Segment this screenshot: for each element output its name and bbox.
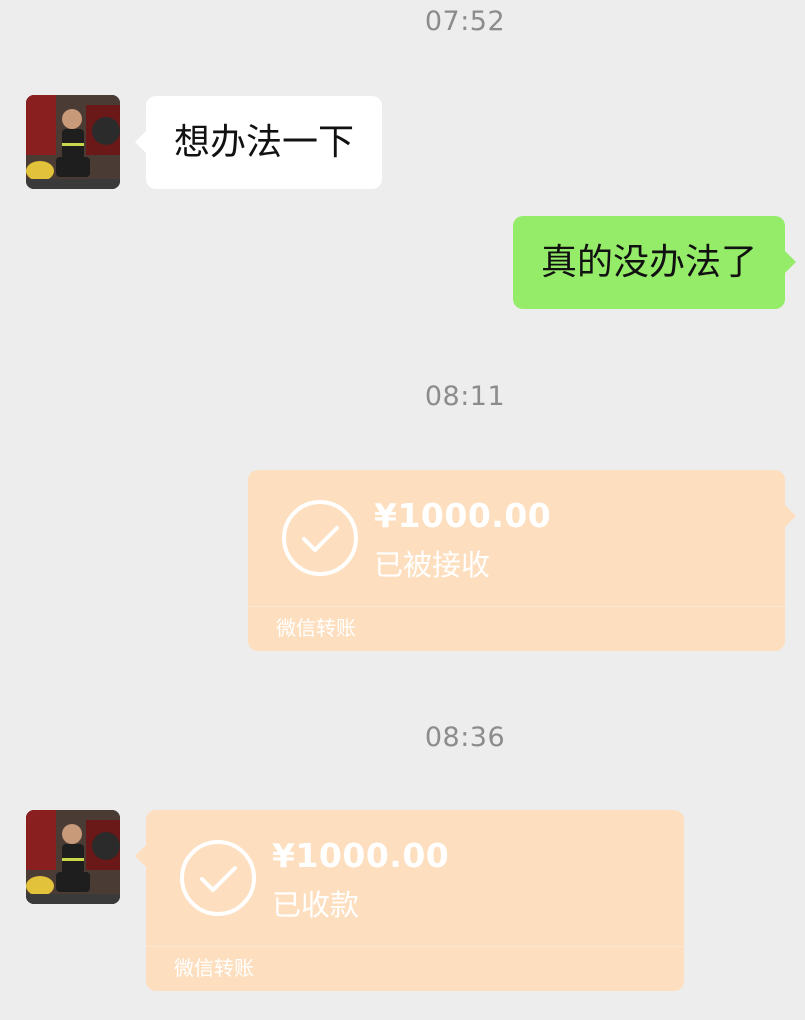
transfer-card-incoming[interactable]: ¥1000.00 已收款 微信转账 xyxy=(135,810,684,991)
transfer-amount: ¥1000.00 xyxy=(272,836,450,875)
avatar[interactable] xyxy=(26,810,120,904)
check-circle-icon xyxy=(180,840,256,916)
divider xyxy=(248,606,785,607)
transfer-amount: ¥1000.00 xyxy=(374,496,552,535)
incoming-message-bubble[interactable]: 想办法一下 xyxy=(134,96,383,189)
timestamp: 07:52 xyxy=(424,6,506,37)
avatar[interactable] xyxy=(26,95,120,189)
check-circle-icon xyxy=(282,500,358,576)
transfer-status: 已收款 xyxy=(272,888,360,922)
outgoing-message-bubble[interactable]: 真的没办法了 xyxy=(512,216,797,309)
transfer-status: 已被接收 xyxy=(374,548,491,582)
message-text: 真的没办法了 xyxy=(540,242,757,283)
transfer-card-outgoing[interactable]: ¥1000.00 已被接收 微信转账 xyxy=(248,470,796,651)
message-text: 想办法一下 xyxy=(174,122,355,163)
timestamp: 08:36 xyxy=(424,722,506,753)
timestamp: 08:11 xyxy=(424,381,506,412)
divider xyxy=(146,946,684,947)
transfer-label: 微信转账 xyxy=(174,956,254,980)
transfer-label: 微信转账 xyxy=(276,616,356,640)
